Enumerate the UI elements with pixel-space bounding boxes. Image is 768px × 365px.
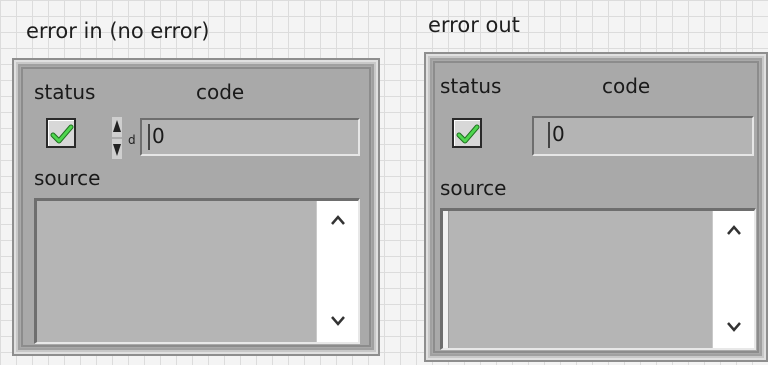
error-out-status-label: status: [440, 74, 502, 98]
error-out-scroll-up-button[interactable]: [713, 211, 754, 251]
error-in-cluster[interactable]: status code d 0 source: [12, 58, 380, 356]
error-in-code-field[interactable]: 0: [140, 118, 360, 156]
error-in-source-scrollbar[interactable]: [316, 201, 358, 342]
error-in-scroll-down-button[interactable]: [317, 302, 358, 342]
error-in-source-label: source: [34, 166, 101, 190]
error-in-status-checkbox[interactable]: [46, 118, 76, 148]
error-out-cluster[interactable]: status code d 0 source: [424, 52, 768, 362]
error-out-source-label: source: [440, 176, 507, 200]
error-in-title: error in (no error): [26, 19, 210, 43]
error-in-code-value: 0: [152, 124, 165, 148]
error-in-scroll-up-button[interactable]: [317, 201, 358, 241]
error-in-code-label: code: [196, 80, 245, 104]
error-out-source-field: [440, 208, 756, 350]
error-out-status-checkbox: [452, 118, 482, 148]
chevron-up-icon: [331, 215, 345, 225]
increment-decrement-icon: [112, 117, 122, 159]
chevron-down-icon: [331, 316, 345, 326]
error-out-code-label: code: [602, 74, 651, 98]
error-in-status-label: status: [34, 80, 96, 104]
error-in-source-field[interactable]: [34, 198, 360, 344]
error-in-code-spinner[interactable]: [112, 117, 122, 159]
green-check-icon: [50, 124, 74, 144]
error-in-radix-indicator: d: [128, 133, 136, 147]
chevron-down-icon: [727, 322, 741, 332]
green-check-icon: [456, 124, 480, 144]
error-out-source-scrollbar[interactable]: [712, 211, 754, 348]
chevron-up-icon: [727, 225, 741, 235]
error-out-source-left-strip: [443, 211, 449, 348]
error-out-scroll-down-button[interactable]: [713, 308, 754, 348]
error-in-code-cursor: [148, 124, 150, 150]
error-out-code-cursor: [548, 122, 550, 148]
error-out-title: error out: [428, 13, 520, 37]
error-out-code-value: 0: [552, 122, 565, 146]
error-out-code-field: 0: [532, 116, 754, 156]
